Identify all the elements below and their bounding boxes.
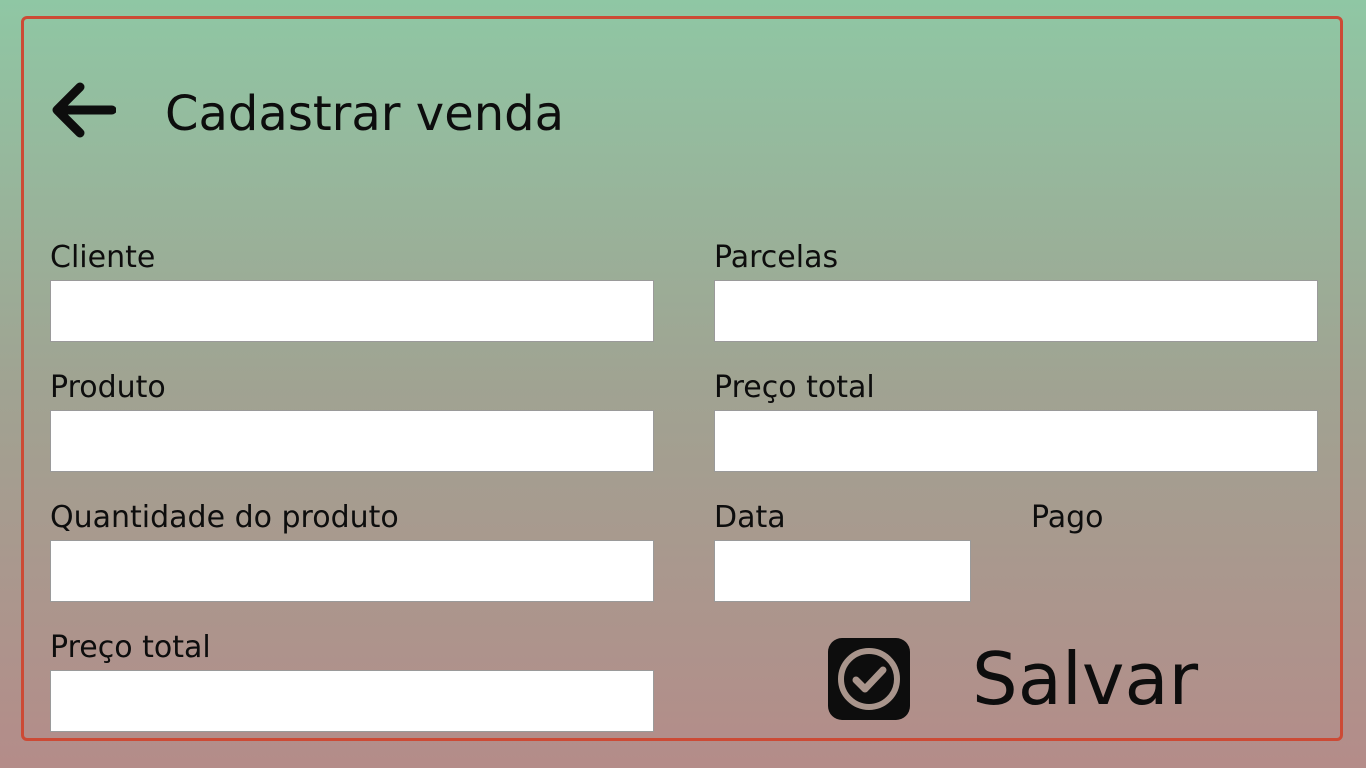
- parcelas-label: Parcelas: [714, 240, 839, 275]
- back-button[interactable]: [50, 82, 120, 142]
- save-label: Salvar: [972, 637, 1199, 721]
- produto-input[interactable]: [50, 410, 654, 472]
- check-box-icon: [826, 636, 912, 722]
- preco-total-left-label: Preço total: [50, 630, 211, 665]
- preco-total-left-input[interactable]: [50, 670, 654, 732]
- quantidade-input[interactable]: [50, 540, 654, 602]
- page-title: Cadastrar venda: [165, 86, 565, 142]
- preco-total-right-label: Preço total: [714, 370, 875, 405]
- parcelas-input[interactable]: [714, 280, 1318, 342]
- save-button[interactable]: Salvar: [826, 634, 1226, 724]
- preco-total-right-input[interactable]: [714, 410, 1318, 472]
- quantidade-label: Quantidade do produto: [50, 500, 399, 535]
- arrow-left-icon: [50, 81, 117, 143]
- pago-label: Pago: [1031, 500, 1104, 535]
- cliente-label: Cliente: [50, 240, 156, 275]
- produto-label: Produto: [50, 370, 166, 405]
- data-label: Data: [714, 500, 786, 535]
- cliente-input[interactable]: [50, 280, 654, 342]
- data-input[interactable]: [714, 540, 971, 602]
